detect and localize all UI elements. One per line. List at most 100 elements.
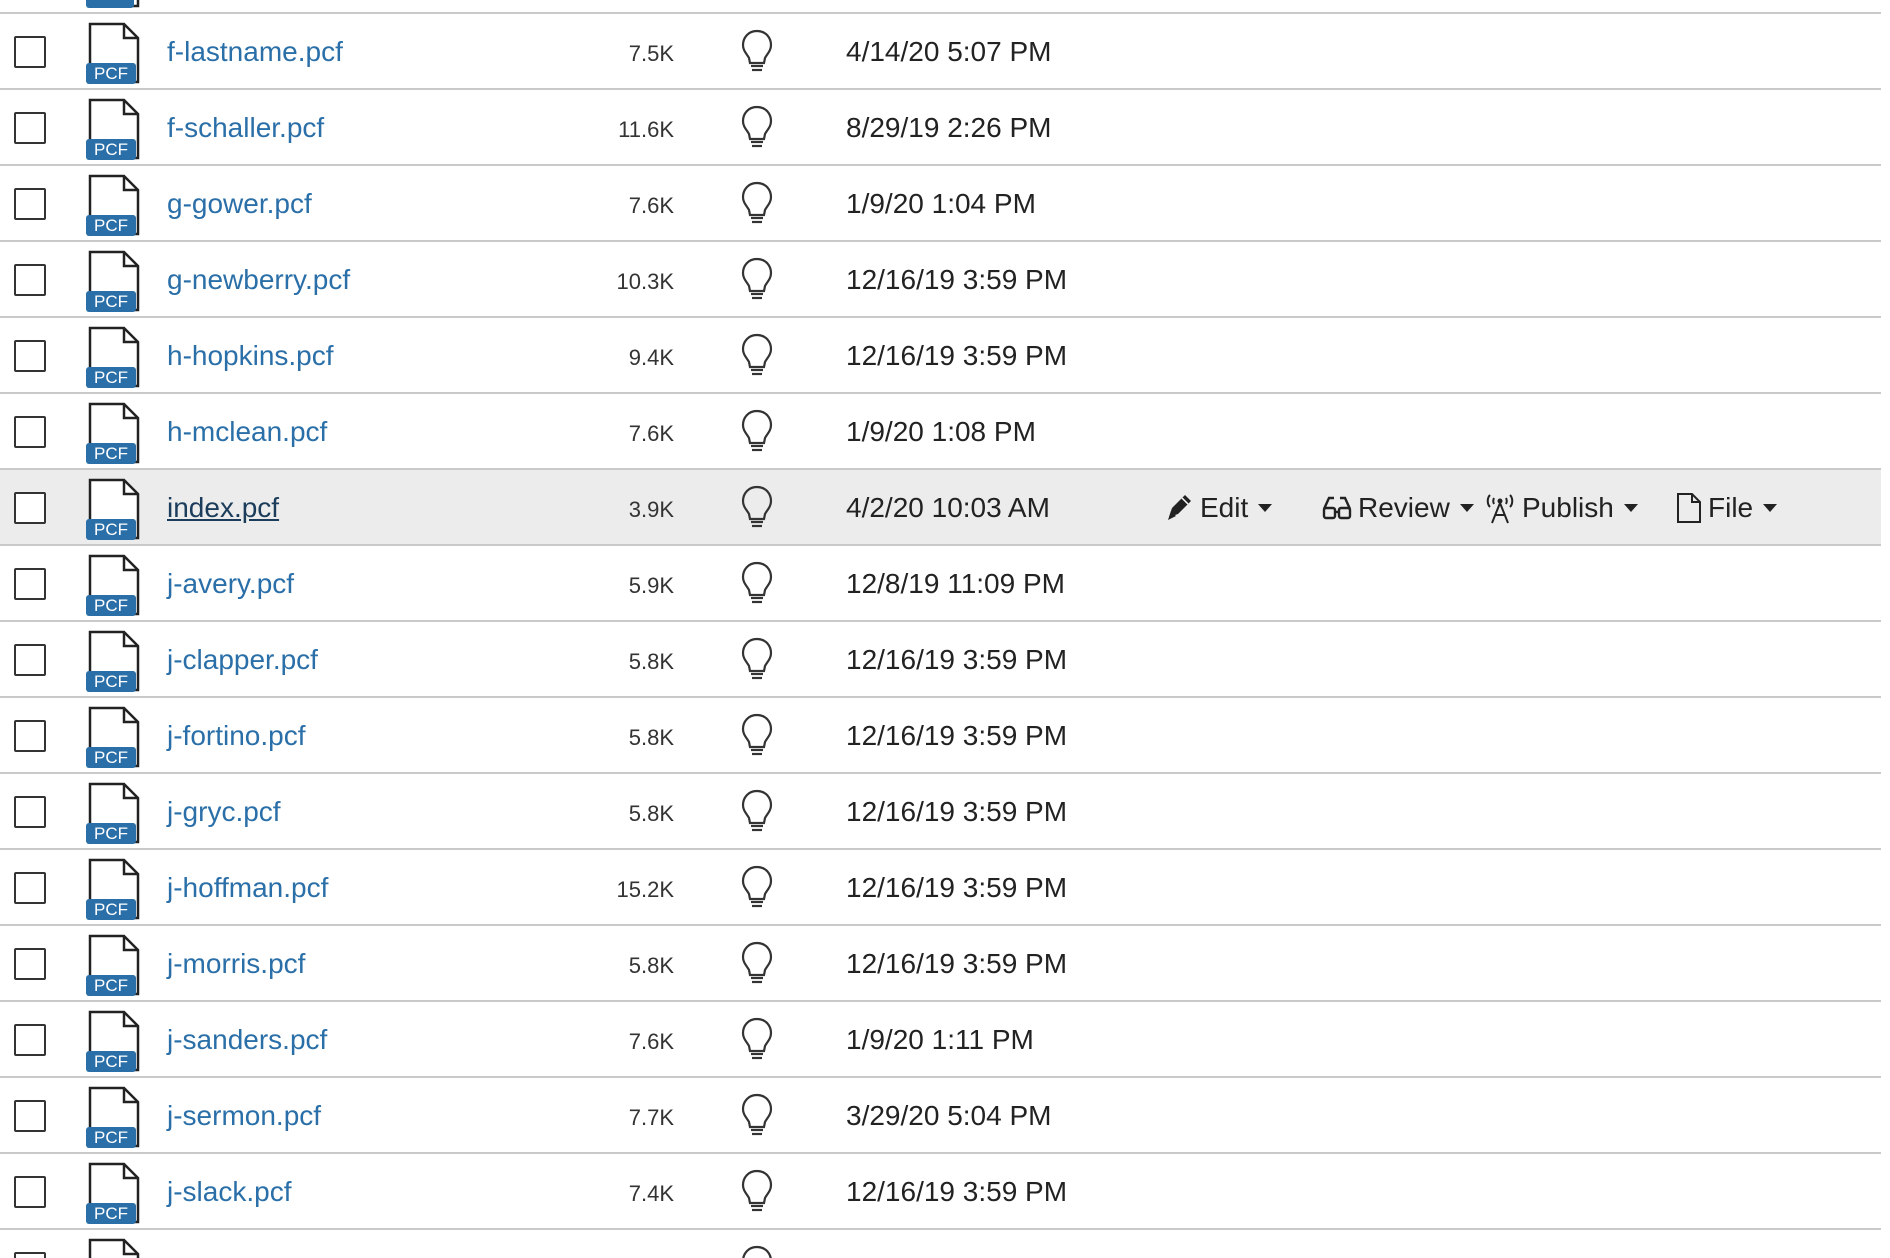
table-row-h-hopkins[interactable]: PCF h-hopkins.pcf 9.4K 12/16/19 3:59 PM [0, 318, 1881, 394]
row-checkbox[interactable] [14, 264, 46, 296]
file-size: 10.3K [616, 269, 675, 294]
edit-dropdown-button[interactable]: Edit [1164, 486, 1273, 530]
modified-date: 1/9/20 1:08 PM [846, 416, 1036, 447]
file-name-link[interactable]: j-clapper.pcf [167, 644, 318, 676]
row-checkbox[interactable] [14, 1252, 46, 1258]
row-checkbox[interactable] [14, 948, 46, 980]
table-row-h-mclean[interactable]: PCF h-mclean.pcf 7.6K 1/9/20 1:08 PM [0, 394, 1881, 470]
modified-date: 12/16/19 3:59 PM [846, 340, 1068, 371]
lightbulb-icon[interactable] [740, 1092, 774, 1138]
table-row-j-slack[interactable]: PCF j-slack.pcf 7.4K 12/16/19 3:59 PM [0, 1154, 1881, 1230]
review-dropdown-button[interactable]: Review [1322, 486, 1474, 530]
table-row-index[interactable]: PCF index.pcf 3.9K 4/2/20 10:03 AM Edit [0, 470, 1881, 546]
row-checkbox[interactable] [14, 796, 46, 828]
file-size: 9.4K [628, 345, 674, 370]
pencil-icon [1168, 495, 1191, 520]
file-name-link[interactable]: j-sanders.pcf [167, 1024, 327, 1056]
lightbulb-icon[interactable] [740, 484, 774, 530]
row-checkbox[interactable] [14, 112, 46, 144]
file-size: 3.9K [628, 497, 674, 522]
file-type-badge: PCF [94, 368, 128, 387]
table-row-g-gower[interactable]: PCF g-gower.pcf 7.6K 1/9/20 1:04 PM [0, 166, 1881, 242]
pcf-file-icon: PCF [86, 98, 140, 160]
pcf-file-icon: PCF [86, 934, 140, 996]
row-checkbox[interactable] [14, 1024, 46, 1056]
file-size: 5.8K [628, 725, 674, 750]
table-row-j-gryc[interactable]: PCF j-gryc.pcf 5.8K 12/16/19 3:59 PM [0, 774, 1881, 850]
table-row-j-avery[interactable]: PCF j-avery.pcf 5.9K 12/8/19 11:09 PM [0, 546, 1881, 622]
file-type-badge: PCF [94, 1204, 128, 1223]
row-checkbox[interactable] [14, 1176, 46, 1208]
row-checkbox[interactable] [14, 492, 46, 524]
modified-date: 4/2/20 10:03 AM [846, 492, 1050, 523]
row-checkbox[interactable] [14, 340, 46, 372]
lightbulb-icon[interactable] [740, 560, 774, 606]
file-name-link[interactable]: j-morris.pcf [167, 948, 305, 980]
pcf-file-icon: PCF [86, 402, 140, 464]
file-type-badge: PCF [94, 292, 128, 311]
modified-date: 12/16/19 3:59 PM [846, 948, 1068, 979]
file-name-link[interactable]: h-mclean.pcf [167, 416, 327, 448]
file-size: 7.4K [628, 1181, 674, 1206]
row-checkbox[interactable] [14, 1100, 46, 1132]
row-checkbox[interactable] [14, 416, 46, 448]
lightbulb-icon[interactable] [740, 788, 774, 834]
lightbulb-icon[interactable] [740, 256, 774, 302]
lightbulb-icon[interactable] [740, 940, 774, 986]
file-name-link[interactable]: j-fortino.pcf [167, 720, 306, 752]
table-row-j-sanders[interactable]: PCF j-sanders.pcf 7.6K 1/9/20 1:11 PM [0, 1002, 1881, 1078]
lightbulb-icon[interactable] [740, 1016, 774, 1062]
file-name-link[interactable]: f-schaller.pcf [167, 112, 324, 144]
lightbulb-icon[interactable] [740, 712, 774, 758]
file-type-badge: PCF [94, 748, 128, 767]
file-name-link[interactable]: index.pcf [167, 492, 279, 524]
lightbulb-icon[interactable] [740, 408, 774, 454]
publish-dropdown-button[interactable]: Publish [1484, 486, 1638, 530]
table-row-j-fortino[interactable]: PCF j-fortino.pcf 5.8K 12/16/19 3:59 PM [0, 698, 1881, 774]
lightbulb-icon[interactable] [740, 180, 774, 226]
lightbulb-icon[interactable] [740, 864, 774, 910]
table-row-f-schaller[interactable]: PCF f-schaller.pcf 11.6K 8/29/19 2:26 PM [0, 90, 1881, 166]
file-name-link[interactable]: j-slack.pcf [167, 1176, 291, 1208]
file-name-link[interactable]: h-hopkins.pcf [167, 340, 334, 372]
table-row-j-hoffman[interactable]: PCF j-hoffman.pcf 15.2K 12/16/19 3:59 PM [0, 850, 1881, 926]
table-row-partial-top [0, 0, 1881, 14]
file-name-link[interactable]: j-avery.pcf [167, 568, 294, 600]
table-row-j-morris[interactable]: PCF j-morris.pcf 5.8K 12/16/19 3:59 PM [0, 926, 1881, 1002]
file-name-link[interactable]: j-hoffman.pcf [167, 872, 328, 904]
pcf-file-icon: PCF [86, 554, 140, 616]
table-row-j-clapper[interactable]: PCF j-clapper.pcf 5.8K 12/16/19 3:59 PM [0, 622, 1881, 698]
file-name-link[interactable]: g-newberry.pcf [167, 264, 350, 296]
file-name-link[interactable]: j-sermon.pcf [167, 1100, 321, 1132]
modified-date: 8/29/19 2:26 PM [846, 112, 1052, 143]
modified-date: 12/16/19 3:59 PM [846, 1176, 1068, 1207]
lightbulb-icon[interactable] [740, 1168, 774, 1214]
file-type-badge: PCF [94, 140, 128, 159]
row-checkbox[interactable] [14, 872, 46, 904]
file-name-link[interactable]: g-gower.pcf [167, 188, 312, 220]
lightbulb-icon[interactable] [740, 104, 774, 150]
row-checkbox[interactable] [14, 36, 46, 68]
row-checkbox[interactable] [14, 568, 46, 600]
table-row-j-sermon[interactable]: PCF j-sermon.pcf 7.7K 3/29/20 5:04 PM [0, 1078, 1881, 1154]
lightbulb-icon[interactable] [740, 1244, 774, 1258]
file-name-link[interactable]: j-gryc.pcf [167, 796, 281, 828]
lightbulb-icon[interactable] [740, 28, 774, 74]
broadcast-tower-icon [1486, 494, 1514, 524]
file-size: 7.6K [628, 1029, 674, 1054]
file-dropdown-button[interactable]: File [1676, 486, 1778, 530]
row-checkbox[interactable] [14, 188, 46, 220]
file-size: 11.6K [618, 117, 674, 142]
row-checkbox[interactable] [14, 644, 46, 676]
file-name-link[interactable]: f-lastname.pcf [167, 36, 343, 68]
lightbulb-icon[interactable] [740, 636, 774, 682]
pcf-file-icon [86, 0, 140, 8]
pcf-file-icon: PCF [86, 706, 140, 768]
lightbulb-icon[interactable] [740, 332, 774, 378]
table-row-partial-bottom[interactable]: PCF [0, 1230, 1881, 1258]
table-row-g-newberry[interactable]: PCF g-newberry.pcf 10.3K 12/16/19 3:59 P… [0, 242, 1881, 318]
row-checkbox[interactable] [14, 720, 46, 752]
pcf-file-icon: PCF [86, 174, 140, 236]
pcf-file-icon: PCF [86, 1086, 140, 1148]
table-row-f-lastname[interactable]: PCF f-lastname.pcf 7.5K 4/14/20 5:07 PM [0, 14, 1881, 90]
